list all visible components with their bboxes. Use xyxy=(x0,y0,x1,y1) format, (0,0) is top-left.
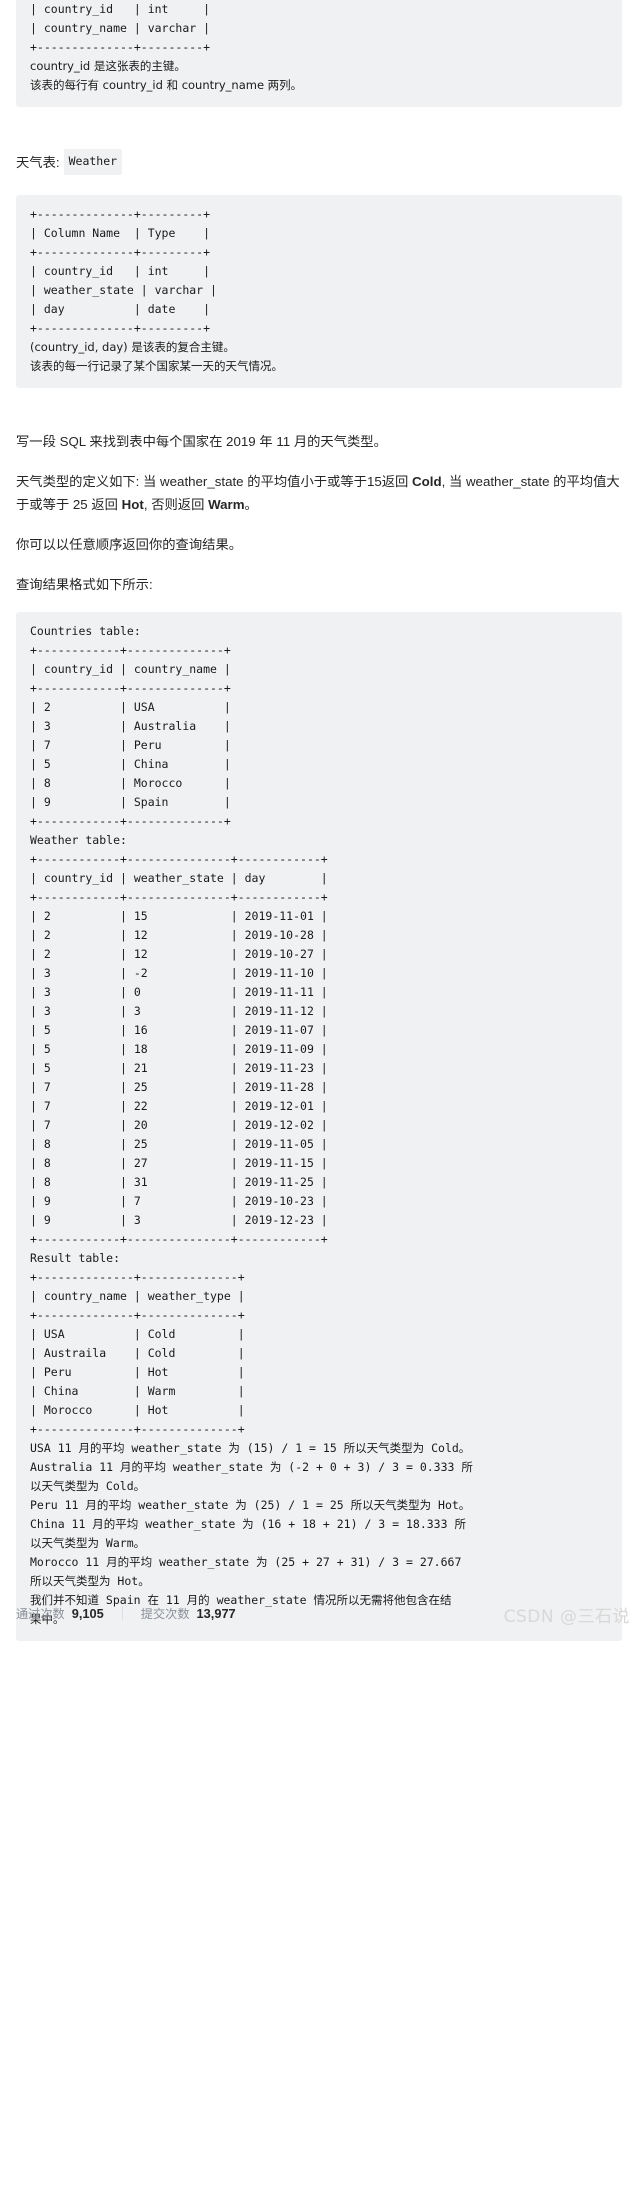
example-codeblock: Countries table: +------------+---------… xyxy=(16,612,622,1641)
table-row: | Austraila | Cold | xyxy=(30,1346,245,1360)
submission-count-stat: 提交次数 13,977 xyxy=(141,1604,236,1622)
table-row: | 2 | 15 | 2019-11-01 | xyxy=(30,909,328,923)
csdn-watermark: CSDN @三石说 xyxy=(503,1607,630,1627)
countries-border-mid: +------------+--------------+ xyxy=(30,681,231,695)
table-row: | 5 | China | xyxy=(30,757,231,771)
table-row: | 2 | USA | xyxy=(30,700,231,714)
weather-schema-line-6: +--------------+---------+ xyxy=(30,321,211,335)
prompt-p2-part-a: 天气类型的定义如下: 当 weather_state 的平均值小于或等于15返回 xyxy=(16,474,413,489)
weather-schema-note-0: (country_id, day) 是该表的复合主键。 xyxy=(30,340,235,354)
countries-schema-note-1: 该表的每行有 country_id 和 country_name 两列。 xyxy=(30,78,303,92)
stat-divider xyxy=(121,1606,123,1620)
countries-schema-line-2: +--------------+---------+ xyxy=(30,40,211,54)
table-row: | 7 | 25 | 2019-11-28 | xyxy=(30,1080,328,1094)
table-row: | 8 | 27 | 2019-11-15 | xyxy=(30,1156,328,1170)
table-row: | 7 | Peru | xyxy=(30,738,231,752)
explanation-line: 以天气类型为 Cold。 xyxy=(30,1479,146,1493)
weather-schema-line-3: | country_id | int | xyxy=(30,264,211,278)
weather-schema-line-5: | day | date | xyxy=(30,302,211,316)
result-border-bottom: +--------------+--------------+ xyxy=(30,1422,245,1436)
table-row: | 3 | 0 | 2019-11-11 | xyxy=(30,985,328,999)
table-row: | Peru | Hot | xyxy=(30,1365,245,1379)
table-row: | 9 | 3 | 2019-12-23 | xyxy=(30,1213,328,1227)
table-row: | 7 | 22 | 2019-12-01 | xyxy=(30,1099,328,1113)
weather-table-label-prefix: 天气表: xyxy=(16,154,60,170)
weather-border-mid: +------------+---------------+----------… xyxy=(30,890,328,904)
weather-schema-line-0: +--------------+---------+ xyxy=(30,207,211,221)
submission-count-value: 13,977 xyxy=(196,1606,236,1621)
countries-schema-line-0: | country_id | int | xyxy=(30,2,211,16)
accepted-count-label: 通过次数 xyxy=(16,1607,65,1621)
table-row: | 8 | Morocco | xyxy=(30,776,231,790)
table-row: | 8 | 25 | 2019-11-05 | xyxy=(30,1137,328,1151)
countries-border-bottom: +------------+--------------+ xyxy=(30,814,231,828)
countries-caption: Countries table: xyxy=(30,624,141,638)
explanation-line: Australia 11 月的平均 weather_state 为 (-2 + … xyxy=(30,1460,473,1474)
result-caption: Result table: xyxy=(30,1251,121,1265)
table-row: | 2 | 12 | 2019-10-27 | xyxy=(30,947,328,961)
prompt-p2-part-g: 。 xyxy=(244,497,258,512)
explanation-line: China 11 月的平均 weather_state 为 (16 + 18 +… xyxy=(30,1517,466,1531)
table-row: | 3 | -2 | 2019-11-10 | xyxy=(30,966,328,980)
table-row: | China | Warm | xyxy=(30,1384,245,1398)
prompt-p2-cold: Cold xyxy=(412,474,442,489)
countries-schema-line-1: | country_name | varchar | xyxy=(30,21,211,35)
prompt-p2-warm: Warm xyxy=(208,497,245,512)
weather-header-row: | country_id | weather_state | day | xyxy=(30,871,328,885)
weather-table-label: 天气表: Weather xyxy=(16,149,622,175)
prompt-p2-part-e: , 否则返回 xyxy=(143,497,209,512)
weather-schema-line-4: | weather_state | varchar | xyxy=(30,283,217,297)
result-header-row: | country_name | weather_type | xyxy=(30,1289,245,1303)
prompt-paragraph-4: 查询结果格式如下所示: xyxy=(16,577,153,592)
accepted-count-value: 9,105 xyxy=(71,1606,104,1621)
weather-border-bottom: +------------+---------------+----------… xyxy=(30,1232,328,1246)
result-border-mid: +--------------+--------------+ xyxy=(30,1308,245,1322)
prompt-p2-hot: Hot xyxy=(121,497,144,512)
table-row: | 5 | 21 | 2019-11-23 | xyxy=(30,1061,328,1075)
table-row: | 5 | 16 | 2019-11-07 | xyxy=(30,1023,328,1037)
countries-border-top: +------------+--------------+ xyxy=(30,643,231,657)
table-row: | 9 | Spain | xyxy=(30,795,231,809)
table-row: | 2 | 12 | 2019-10-28 | xyxy=(30,928,328,942)
countries-header-row: | country_id | country_name | xyxy=(30,662,231,676)
result-border-top: +--------------+--------------+ xyxy=(30,1270,245,1284)
countries-schema-note-0: country_id 是这张表的主键。 xyxy=(30,59,186,73)
table-row: | USA | Cold | xyxy=(30,1327,245,1341)
table-row: | 3 | 3 | 2019-11-12 | xyxy=(30,1004,328,1018)
footer-stats-bar: 通过次数 9,105 提交次数 13,977 CSDN @三石说 xyxy=(0,1585,638,1641)
countries-schema-codeblock: | country_id | int | | country_name | va… xyxy=(16,0,622,107)
weather-schema-note-1: 该表的每一行记录了某个国家某一天的天气情况。 xyxy=(30,359,283,373)
explanation-line: Peru 11 月的平均 weather_state 为 (25) / 1 = … xyxy=(30,1498,471,1512)
weather-caption: Weather table: xyxy=(30,833,127,847)
submission-count-label: 提交次数 xyxy=(140,1607,190,1621)
explanation-line: USA 11 月的平均 weather_state 为 (15) / 1 = 1… xyxy=(30,1441,471,1455)
problem-page: | country_id | int | | country_name | va… xyxy=(0,0,638,1641)
prompt-paragraph-3: 你可以以任意顺序返回你的查询结果。 xyxy=(16,537,243,552)
weather-schema-line-1: | Column Name | Type | xyxy=(30,226,211,240)
weather-schema-line-2: +--------------+---------+ xyxy=(30,245,211,259)
explanation-line: 以天气类型为 Warm。 xyxy=(30,1536,146,1550)
weather-border-top: +------------+---------------+----------… xyxy=(30,852,328,866)
table-row: | 8 | 31 | 2019-11-25 | xyxy=(30,1175,328,1189)
prompt-paragraph-2: 天气类型的定义如下: 当 weather_state 的平均值小于或等于15返回… xyxy=(16,470,622,516)
weather-table-name-code: Weather xyxy=(63,149,123,175)
explanation-line: Morocco 11 月的平均 weather_state 为 (25 + 27… xyxy=(30,1555,462,1569)
table-row: | 3 | Australia | xyxy=(30,719,231,733)
table-row: | 5 | 18 | 2019-11-09 | xyxy=(30,1042,328,1056)
prompt-paragraph-1: 写一段 SQL 来找到表中每个国家在 2019 年 11 月的天气类型。 xyxy=(16,434,387,449)
table-row: | Morocco | Hot | xyxy=(30,1403,245,1417)
table-row: | 9 | 7 | 2019-10-23 | xyxy=(30,1194,328,1208)
weather-schema-codeblock: +--------------+---------+ | Column Name… xyxy=(16,195,622,388)
accepted-count-stat: 通过次数 9,105 xyxy=(16,1604,104,1622)
table-row: | 7 | 20 | 2019-12-02 | xyxy=(30,1118,328,1132)
